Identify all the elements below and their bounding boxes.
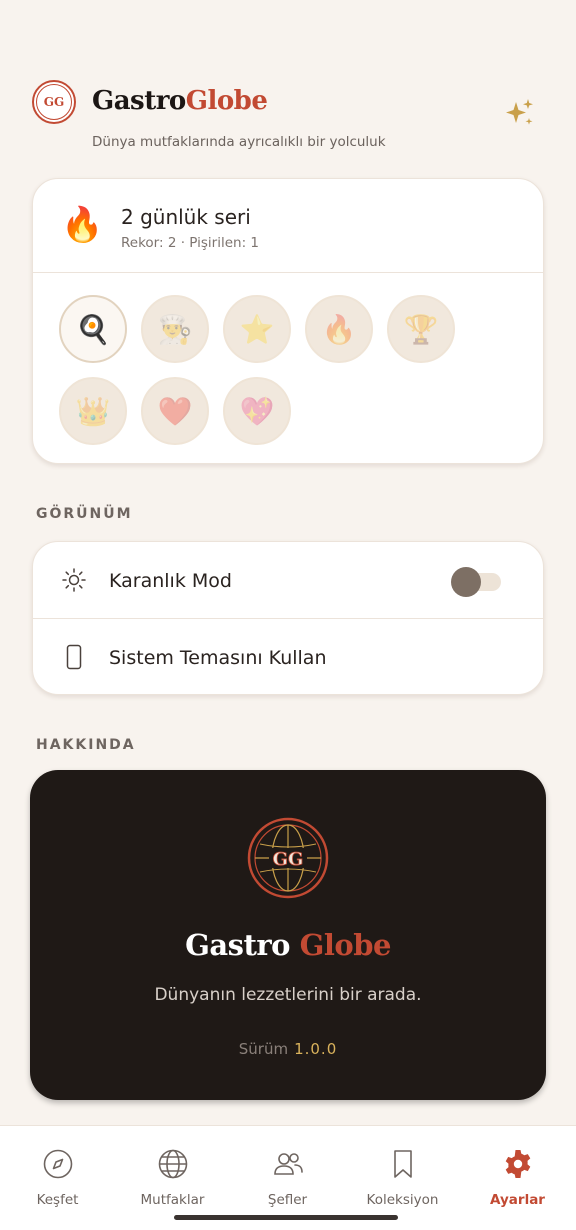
toggle-knob (451, 567, 481, 597)
badge-cooking[interactable]: 🍳 (59, 295, 127, 363)
nav-item-ayarlar[interactable]: Ayarlar (460, 1148, 575, 1218)
globe-logo-icon: GG (247, 817, 329, 899)
nav-label: Mutfaklar (140, 1192, 205, 1208)
app-logo: GG (32, 80, 76, 124)
nav-item-kesfet[interactable]: Keşfet (0, 1148, 115, 1218)
streak-subtitle: Rekor: 2 · Pişirilen: 1 (121, 235, 260, 251)
nav-label: Koleksiyon (366, 1192, 439, 1208)
brand-tagline: Dünya mutfaklarında ayrıcalıklı bir yolc… (92, 134, 386, 150)
dark-mode-toggle[interactable] (451, 567, 501, 597)
bookmark-icon (393, 1150, 412, 1178)
brand-part2: Globe (185, 86, 268, 116)
version-value: 1.0.0 (294, 1040, 338, 1058)
version-info: Sürüm 1.0.0 (30, 1040, 546, 1058)
compass-icon (43, 1149, 72, 1179)
version-label: Sürüm (238, 1040, 289, 1058)
star-icon: ⭐ (239, 312, 275, 346)
section-label-appearance: GÖRÜNÜM (36, 506, 133, 522)
about-title: Gastro Globe (30, 928, 546, 962)
brand-title: GastroGlobe (92, 86, 268, 116)
users-icon (273, 1153, 303, 1175)
badge-chef[interactable]: 👨‍🍳 (141, 295, 209, 363)
heart-icon: ❤️ (157, 394, 193, 428)
nav-label: Şefler (267, 1192, 308, 1208)
nav-label: Ayarlar (490, 1192, 545, 1208)
badge-fire[interactable]: 🔥 (305, 295, 373, 363)
system-theme-row[interactable]: Sistem Temasını Kullan (33, 620, 543, 697)
sparkles-icon[interactable] (502, 96, 536, 130)
chef-icon: 👨‍🍳 (157, 312, 193, 346)
nav-item-sefler[interactable]: Şefler (230, 1148, 345, 1218)
gear-icon (505, 1150, 530, 1178)
about-logo-text: GG (273, 849, 304, 870)
badge-heart[interactable]: ❤️ (141, 377, 209, 445)
streak-title: 2 günlük seri (121, 205, 251, 229)
dark-mode-row[interactable]: Karanlık Mod (33, 542, 543, 619)
section-label-about: HAKKINDA (36, 737, 136, 753)
globe-icon (158, 1149, 187, 1179)
dark-mode-label: Karanlık Mod (109, 570, 232, 592)
sparkling-heart-icon: 💖 (239, 394, 275, 428)
flame-icon: 🔥 (61, 205, 104, 245)
nav-item-mutfaklar[interactable]: Mutfaklar (115, 1148, 230, 1218)
trophy-icon: 🏆 (403, 312, 439, 346)
about-description: Dünyanın lezzetlerini bir arada. (154, 985, 422, 1005)
brand-part1: Gastro (92, 86, 186, 116)
about-title-part2: Globe (299, 928, 392, 962)
crown-icon: 👑 (75, 394, 111, 428)
nav-item-koleksiyon[interactable]: Koleksiyon (345, 1148, 460, 1218)
about-card: GG Gastro Globe Dünyanın lezzetlerini bi… (30, 770, 546, 1100)
appearance-card: Karanlık Mod Sistem Temasını Kullan (32, 541, 544, 695)
cooking-icon: 🍳 (75, 312, 111, 346)
badge-star[interactable]: ⭐ (223, 295, 291, 363)
streak-card: 🔥 2 günlük seri Rekor: 2 · Pişirilen: 1 … (32, 178, 544, 464)
phone-icon (66, 644, 82, 670)
badge-trophy[interactable]: 🏆 (387, 295, 455, 363)
sun-icon (62, 568, 86, 592)
app-header: GG GastroGlobe Dünya mutfaklarında ayrıc… (32, 80, 544, 160)
nav-label: Keşfet (36, 1192, 79, 1208)
about-title-part1: Gastro (185, 928, 290, 962)
logo-text: GG (36, 84, 72, 120)
home-indicator (174, 1215, 398, 1220)
system-theme-label: Sistem Temasını Kullan (109, 647, 327, 669)
badge-sparkling-heart[interactable]: 💖 (223, 377, 291, 445)
streak-summary: 🔥 2 günlük seri Rekor: 2 · Pişirilen: 1 (33, 179, 543, 273)
fire-icon: 🔥 (321, 312, 357, 346)
badge-crown[interactable]: 👑 (59, 377, 127, 445)
